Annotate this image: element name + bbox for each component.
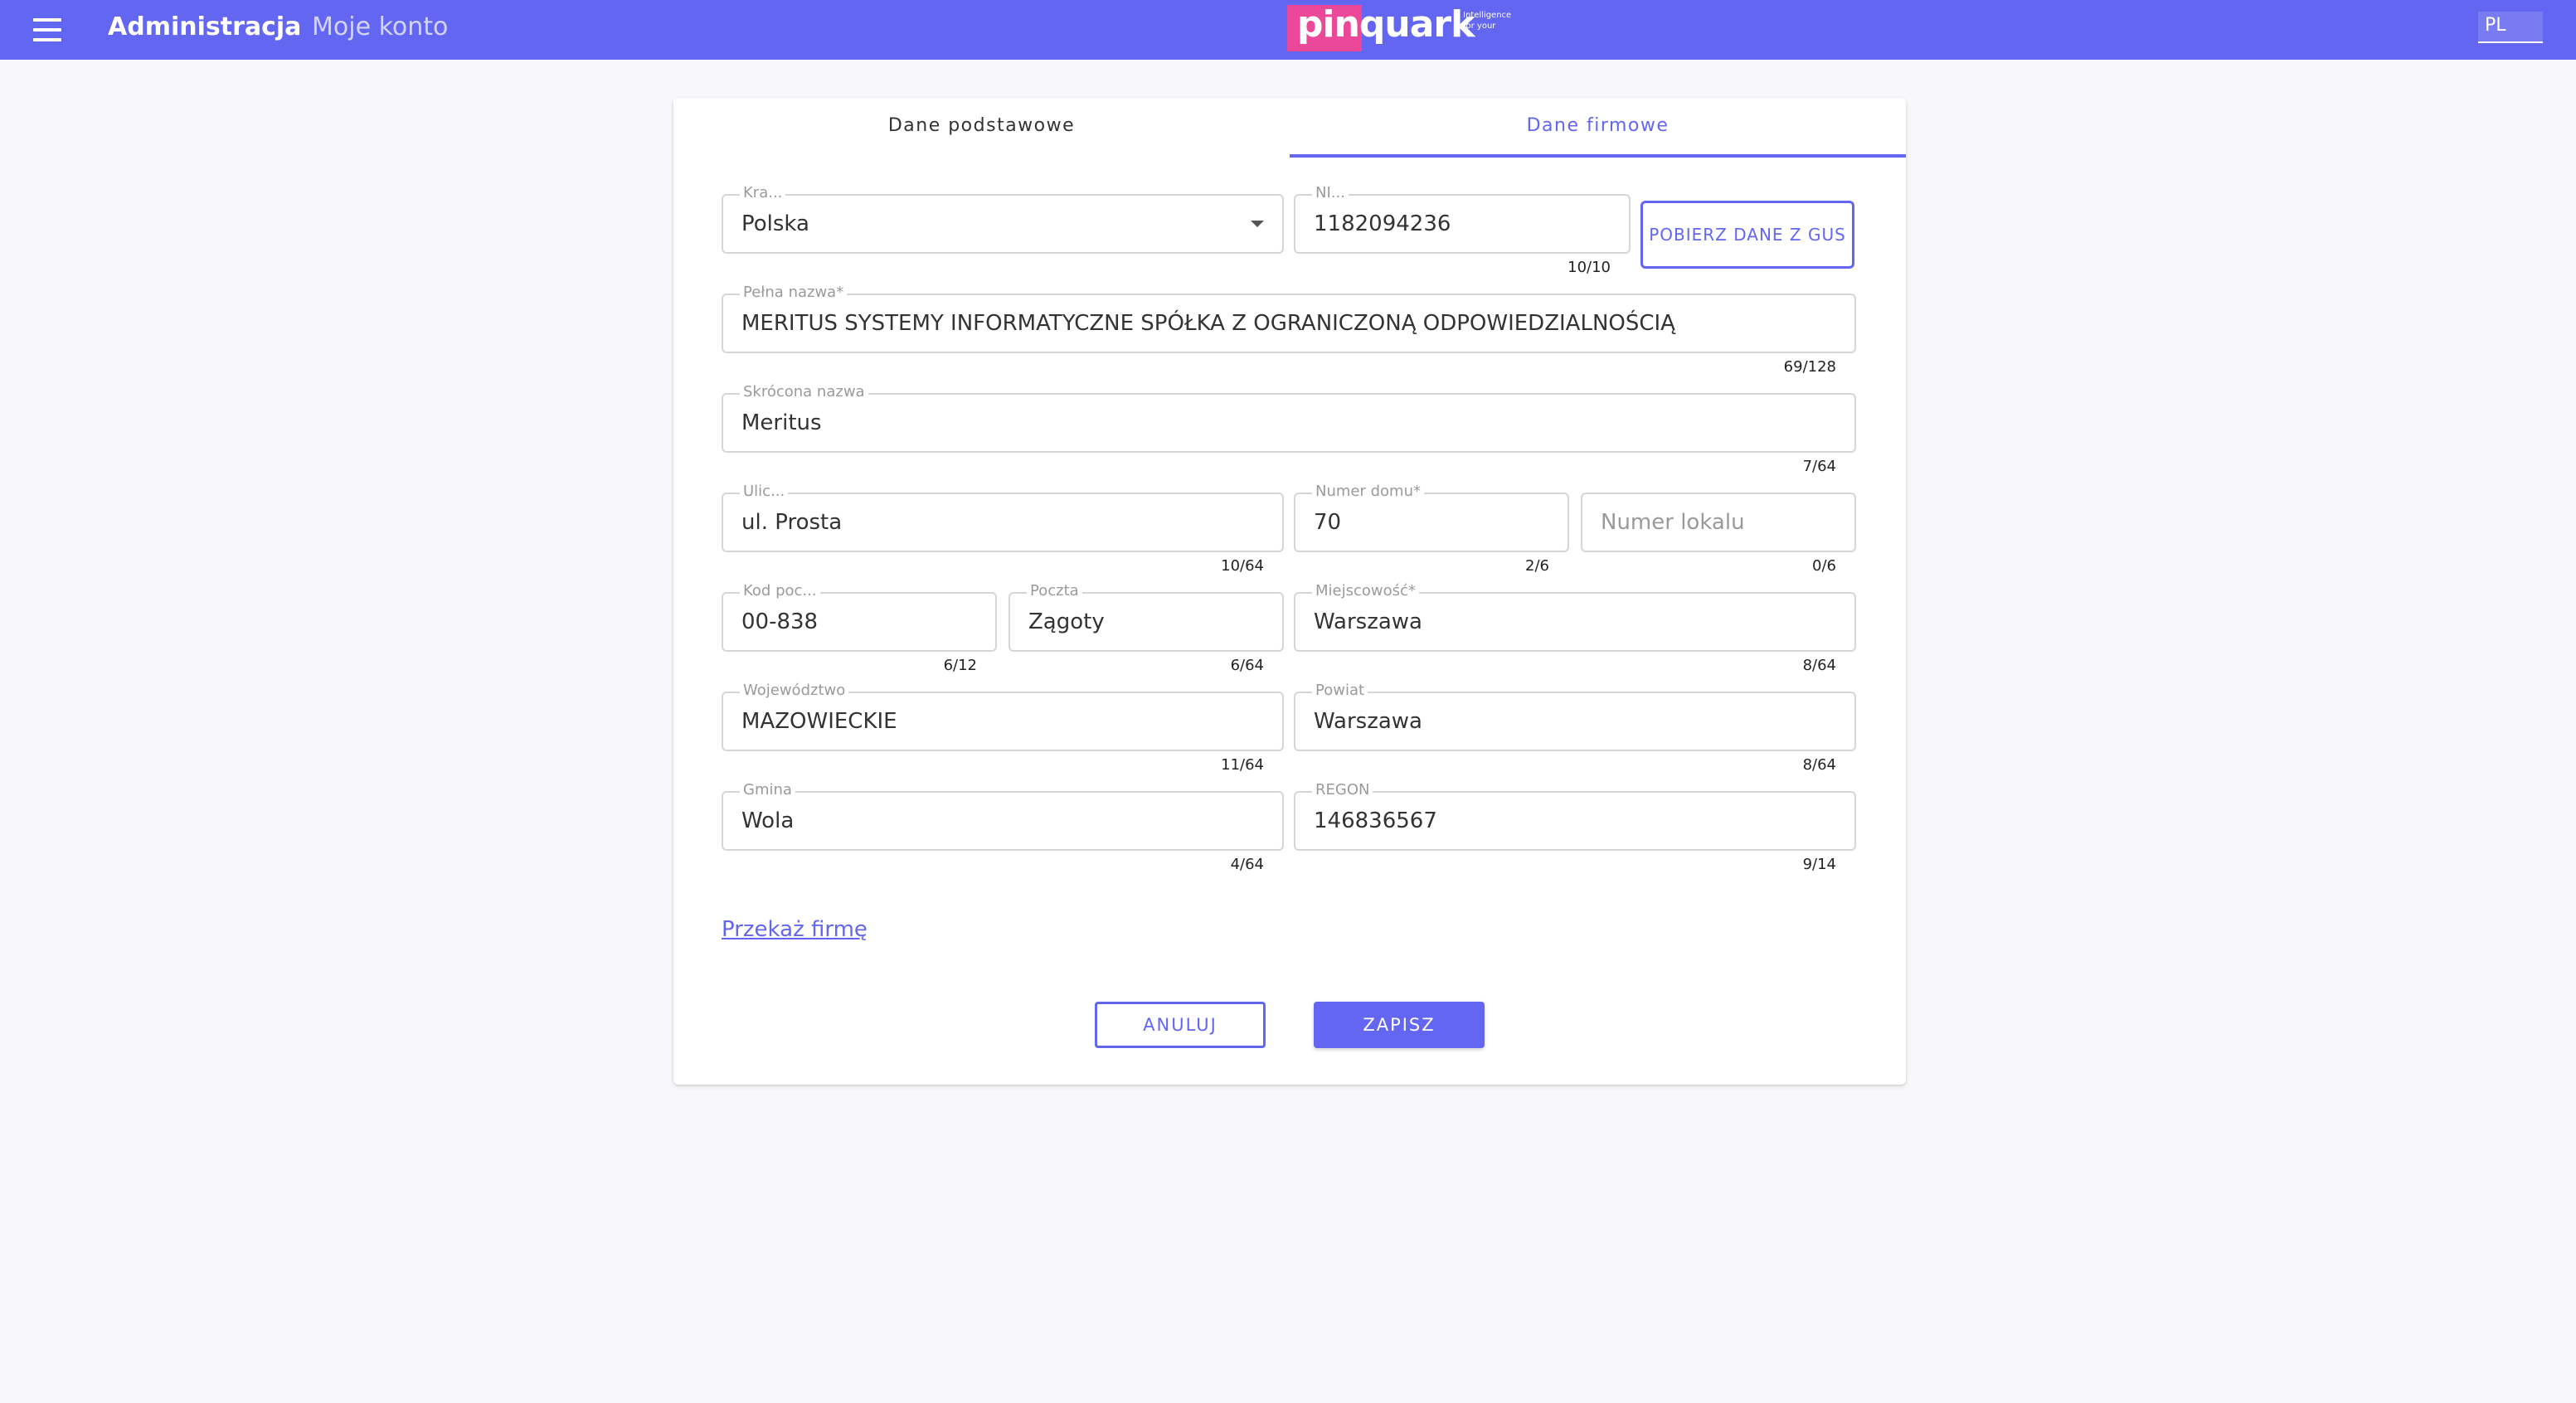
apartment-number-placeholder: Numer lokalu	[1601, 510, 1745, 535]
fetch-gus-data-button[interactable]: POBIERZ DANE Z GUS	[1640, 201, 1854, 269]
postal-code-label: Kod poc...	[740, 583, 820, 600]
tab-bar: Dane podstawowe Dane firmowe	[673, 98, 1906, 158]
country-label: Kra...	[740, 185, 786, 201]
language-select[interactable]: PL	[2478, 12, 2543, 43]
voivodeship-field[interactable]: Województwo MAZOWIECKIE	[722, 682, 1284, 751]
commune-field[interactable]: Gmina Wola	[722, 782, 1284, 851]
postal-code-counter: 6/12	[943, 657, 977, 674]
postal-code-field[interactable]: Kod poc... 00-838	[722, 583, 997, 652]
street-field[interactable]: Ulic... ul. Prosta	[722, 483, 1284, 552]
voivodeship-value: MAZOWIECKIE	[741, 709, 897, 734]
commune-counter: 4/64	[1230, 856, 1264, 873]
full-name-value: MERITUS SYSTEMY INFORMATYCZNE SPÓŁKA Z O…	[741, 311, 1675, 336]
voivodeship-counter: 11/64	[1221, 756, 1264, 774]
nip-counter: 10/10	[1567, 259, 1611, 276]
voivodeship-label: Województwo	[740, 682, 849, 699]
nip-field[interactable]: NI... 1182094236	[1294, 185, 1631, 254]
cancel-button[interactable]: ANULUJ	[1095, 1002, 1266, 1048]
full-name-counter: 69/128	[1783, 358, 1836, 376]
short-name-counter: 7/64	[1802, 458, 1836, 475]
regon-label: REGON	[1312, 782, 1373, 799]
short-name-label: Skrócona nazwa	[740, 384, 868, 401]
house-number-counter: 2/6	[1525, 557, 1549, 575]
post-office-field[interactable]: Poczta Zągoty	[1009, 583, 1284, 652]
nip-value: 1182094236	[1314, 211, 1451, 236]
post-office-counter: 6/64	[1230, 657, 1264, 674]
district-label: Powiat	[1312, 682, 1368, 699]
top-app-bar: Administracja Moje konto pinquark Intell…	[0, 0, 2576, 60]
transfer-company-link[interactable]: Przekaż firmę	[722, 917, 868, 942]
street-counter: 10/64	[1221, 557, 1264, 575]
district-counter: 8/64	[1802, 756, 1836, 774]
dropdown-arrow-icon	[1251, 221, 1264, 227]
commune-label: Gmina	[740, 782, 795, 799]
apartment-number-counter: 0/6	[1812, 557, 1836, 575]
full-name-field[interactable]: Pełna nazwa* MERITUS SYSTEMY INFORMATYCZ…	[722, 284, 1856, 353]
hamburger-menu-icon[interactable]	[33, 18, 61, 41]
logo-tagline-line-1: Intelligence	[1463, 11, 1512, 20]
company-form-card: Dane podstawowe Dane firmowe Kra... Pols…	[673, 98, 1906, 1085]
house-number-label: Numer domu*	[1312, 483, 1424, 500]
country-value: Polska	[741, 211, 809, 236]
logo-tagline-line-2: for your	[1463, 22, 1496, 31]
city-label: Miejscowość*	[1312, 583, 1419, 600]
tab-company-data[interactable]: Dane firmowe	[1290, 98, 1906, 158]
full-name-label: Pełna nazwa*	[740, 284, 848, 301]
nip-label: NI...	[1312, 185, 1349, 201]
house-number-value: 70	[1314, 510, 1342, 535]
postal-code-value: 00-838	[741, 609, 819, 634]
country-select[interactable]: Kra... Polska	[722, 185, 1284, 254]
city-field[interactable]: Miejscowość* Warszawa	[1294, 583, 1856, 652]
logo-text: pinquark	[1297, 3, 1475, 46]
district-field[interactable]: Powiat Warszawa	[1294, 682, 1856, 751]
regon-field[interactable]: REGON 146836567	[1294, 782, 1856, 851]
regon-counter: 9/14	[1802, 856, 1836, 873]
city-counter: 8/64	[1802, 657, 1836, 674]
tab-basic-data[interactable]: Dane podstawowe	[673, 98, 1290, 158]
apartment-number-field[interactable]: Numer lokalu	[1581, 493, 1856, 552]
logo-tagline: Intelligence for your	[1463, 10, 1511, 32]
short-name-field[interactable]: Skrócona nazwa Meritus	[722, 384, 1856, 453]
nav-link-my-account[interactable]: Moje konto	[312, 12, 448, 41]
house-number-field[interactable]: Numer domu* 70	[1294, 483, 1569, 552]
city-value: Warszawa	[1314, 609, 1422, 634]
commune-value: Wola	[741, 808, 795, 833]
post-office-label: Poczta	[1027, 583, 1082, 600]
street-value: ul. Prosta	[741, 510, 843, 535]
nav-link-administration[interactable]: Administracja	[108, 12, 301, 41]
post-office-value: Zągoty	[1028, 609, 1105, 634]
regon-value: 146836567	[1314, 808, 1437, 833]
district-value: Warszawa	[1314, 709, 1422, 734]
short-name-value: Meritus	[741, 410, 822, 435]
save-button[interactable]: ZAPISZ	[1314, 1002, 1485, 1048]
street-label: Ulic...	[740, 483, 789, 500]
